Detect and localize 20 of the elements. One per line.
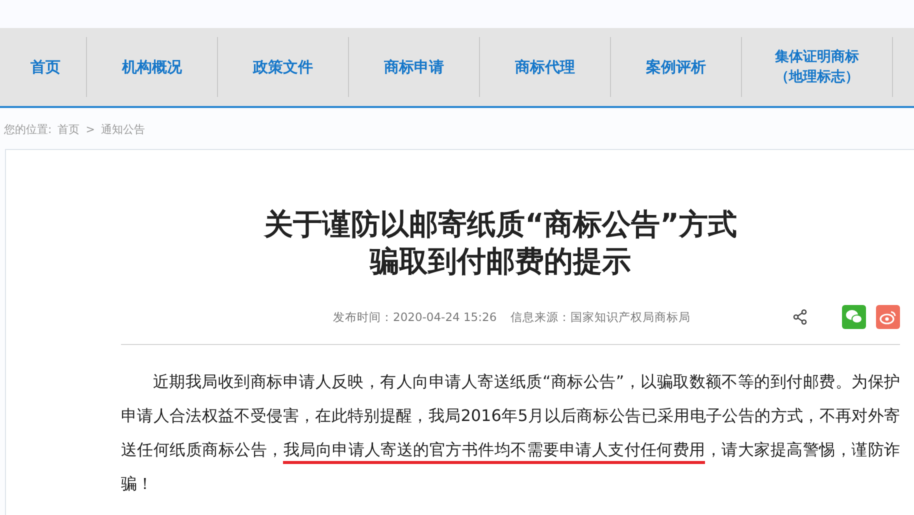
breadcrumb-link[interactable]: 首页 <box>58 122 80 137</box>
breadcrumb-link[interactable]: 通知公告 <box>100 122 145 137</box>
article-title: 关于谨防以邮寄纸质“商标公告”方式 骗取到付邮费的提示 <box>262 206 738 280</box>
article-paragraph: 近期我局收到商标申请人反映，有人向申请人寄送纸质“商标公告”，以骗取数额不等的到付邮费。为保护申请人合法权益不受侵害，在此特别提醒，我局2016年5月以后商标公告已采用电子公告的方式，不再对外寄送任何纸质商标公告，我局向申请人寄送的官方书件均不需要申请人支付任何费用，请大家提高警惕，谨防诈骗！ <box>121 371 900 495</box>
nav-item[interactable]: 首页 <box>5 37 87 97</box>
breadcrumb-separator: > <box>86 123 95 136</box>
nav-item[interactable]: 政策文件 <box>218 37 349 97</box>
chat-bubbles-icon <box>845 309 863 325</box>
breadcrumb-label: 您的位置: <box>4 122 52 137</box>
nav-item[interactable]: 案例评析 <box>611 37 742 97</box>
chat-share-button[interactable] <box>842 305 866 329</box>
nav-item[interactable]: 商标代理 <box>480 37 611 97</box>
nav-item[interactable]: 机构概况 <box>87 37 218 97</box>
weibo-share-button[interactable] <box>876 305 900 329</box>
nav-item[interactable]: 集体证明商标 （地理标志） <box>742 37 893 97</box>
nav-item[interactable]: 商标申请 <box>349 37 480 97</box>
info-source: 信息来源：国家知识产权局商标局 <box>510 310 691 324</box>
publish-time: 发布时间：2020-04-24 15:26 <box>333 310 497 324</box>
eye-icon <box>879 309 897 325</box>
share-icon[interactable] <box>792 309 808 325</box>
